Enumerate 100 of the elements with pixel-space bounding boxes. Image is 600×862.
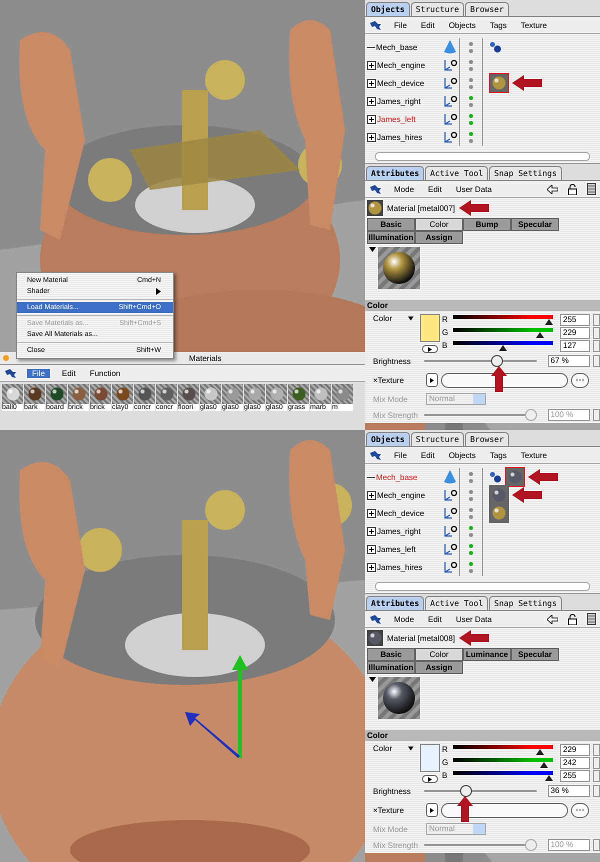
expand-button[interactable] bbox=[422, 345, 438, 353]
visibility-dot[interactable] bbox=[469, 42, 473, 46]
visibility-dot[interactable] bbox=[469, 96, 473, 100]
number-field[interactable]: 242 bbox=[560, 756, 590, 768]
number-field[interactable]: 67 % bbox=[548, 355, 590, 367]
visibility-dot[interactable] bbox=[469, 544, 473, 548]
collapse-icon[interactable] bbox=[369, 677, 376, 682]
figure-icon[interactable] bbox=[369, 450, 382, 460]
visibility-dot[interactable] bbox=[469, 508, 473, 512]
visibility-dot[interactable] bbox=[469, 120, 473, 124]
expand-icon[interactable] bbox=[367, 96, 376, 106]
menu-item[interactable]: Texture bbox=[518, 450, 549, 460]
dropdown-arrow-icon[interactable] bbox=[408, 746, 414, 751]
color-swatch[interactable] bbox=[420, 314, 440, 342]
tab[interactable]: Browser bbox=[465, 432, 509, 446]
object-name[interactable]: Mech_engine bbox=[377, 490, 426, 500]
slider-thumb[interactable] bbox=[491, 355, 504, 367]
slider-thumb[interactable] bbox=[524, 409, 536, 421]
expand-icon[interactable] bbox=[367, 508, 376, 518]
object-name[interactable]: James_left bbox=[377, 544, 416, 554]
tab[interactable]: Attributes bbox=[366, 166, 424, 180]
expand-icon[interactable] bbox=[367, 78, 376, 88]
visibility-dot[interactable] bbox=[469, 66, 473, 70]
expand-button[interactable] bbox=[422, 775, 438, 783]
back-arrow-icon[interactable] bbox=[547, 184, 558, 194]
color-slider-track[interactable] bbox=[453, 328, 553, 332]
object-name[interactable]: James_left bbox=[377, 114, 416, 124]
dropdown-arrow-icon[interactable] bbox=[408, 316, 414, 321]
menu-item[interactable]: Mode bbox=[392, 614, 416, 624]
visibility-dot[interactable] bbox=[469, 550, 473, 554]
visibility-dot[interactable] bbox=[469, 78, 473, 82]
visibility-dot[interactable] bbox=[469, 60, 473, 64]
visibility-dot[interactable] bbox=[469, 532, 473, 536]
figure-icon[interactable] bbox=[369, 184, 382, 194]
object-name[interactable]: Mech_base bbox=[376, 42, 418, 52]
visibility-dot[interactable] bbox=[469, 84, 473, 88]
expand-icon[interactable] bbox=[367, 562, 376, 572]
collapse-icon[interactable] bbox=[369, 247, 376, 252]
tab[interactable]: Structure bbox=[410, 432, 464, 446]
texture-field[interactable] bbox=[441, 372, 568, 388]
expand-icon[interactable] bbox=[367, 544, 376, 554]
scrollbar[interactable] bbox=[375, 582, 590, 591]
lock-icon[interactable] bbox=[568, 614, 577, 624]
object-name[interactable]: Mech_engine bbox=[377, 60, 426, 70]
scrollbar[interactable] bbox=[375, 152, 590, 161]
menu-item[interactable]: Mode bbox=[392, 184, 416, 194]
spheres-tag-icon[interactable] bbox=[489, 471, 502, 483]
menu-item[interactable]: Edit bbox=[426, 614, 444, 624]
color-slider-track[interactable] bbox=[453, 770, 553, 774]
slider-thumb[interactable] bbox=[524, 839, 536, 851]
figure-icon[interactable] bbox=[4, 368, 17, 378]
object-name[interactable]: James_hires bbox=[377, 562, 422, 572]
tab[interactable]: Luminance bbox=[463, 648, 511, 661]
expand-icon[interactable] bbox=[367, 490, 376, 500]
tab[interactable]: Attributes bbox=[366, 596, 424, 610]
tab[interactable]: Browser bbox=[465, 2, 509, 16]
visibility-dot[interactable] bbox=[469, 496, 473, 500]
menu-item[interactable]: Texture bbox=[518, 20, 549, 30]
tab[interactable]: Active Tool bbox=[425, 166, 488, 180]
menu-item[interactable]: File bbox=[392, 450, 409, 460]
menu-item[interactable]: User Data bbox=[454, 184, 494, 194]
visibility-dot[interactable] bbox=[469, 562, 473, 566]
menu-item[interactable]: File bbox=[392, 20, 409, 30]
figure-icon[interactable] bbox=[369, 20, 382, 30]
visibility-dot[interactable] bbox=[469, 472, 473, 476]
texture-field[interactable] bbox=[441, 802, 568, 818]
expand-icon[interactable] bbox=[367, 132, 376, 142]
tab[interactable]: Assign bbox=[415, 661, 463, 674]
spinner-icon[interactable] bbox=[593, 756, 600, 768]
browse-button[interactable] bbox=[571, 802, 589, 818]
tab[interactable]: Specular bbox=[511, 218, 559, 231]
object-name[interactable]: Mech_device bbox=[377, 78, 424, 88]
tab[interactable]: Snap Settings bbox=[489, 166, 562, 180]
menu-item[interactable]: Objects bbox=[446, 20, 478, 30]
tab[interactable]: Basic bbox=[367, 218, 415, 231]
menu-item[interactable]: User Data bbox=[454, 614, 494, 624]
slider-thumb[interactable] bbox=[460, 785, 472, 797]
menu-item[interactable]: Tags bbox=[488, 20, 509, 30]
tab[interactable]: Bump bbox=[463, 218, 511, 231]
menu-item[interactable]: Objects bbox=[446, 450, 478, 460]
tab[interactable]: Snap Settings bbox=[489, 596, 562, 610]
object-name[interactable]: James_right bbox=[377, 96, 421, 106]
color-slider-track[interactable] bbox=[453, 340, 553, 344]
visibility-dot[interactable] bbox=[469, 114, 473, 118]
expand-button[interactable] bbox=[426, 373, 438, 387]
number-field[interactable]: 36 % bbox=[548, 785, 590, 797]
object-name[interactable]: Mech_device bbox=[377, 508, 424, 518]
spheres-tag-icon[interactable] bbox=[489, 41, 502, 53]
tab[interactable]: Objects bbox=[366, 2, 410, 16]
menu-item[interactable]: Function bbox=[88, 368, 122, 378]
color-slider-track[interactable] bbox=[453, 744, 553, 748]
number-field[interactable]: 255 bbox=[560, 314, 590, 326]
tab[interactable]: Basic bbox=[367, 648, 415, 661]
tab[interactable]: Structure bbox=[410, 2, 464, 16]
lock-icon[interactable] bbox=[568, 184, 577, 194]
tab[interactable]: Color bbox=[415, 218, 463, 231]
tab[interactable]: Specular bbox=[511, 648, 559, 661]
visibility-dot[interactable] bbox=[469, 514, 473, 518]
color-swatch[interactable] bbox=[420, 744, 440, 772]
visibility-dot[interactable] bbox=[469, 48, 473, 52]
